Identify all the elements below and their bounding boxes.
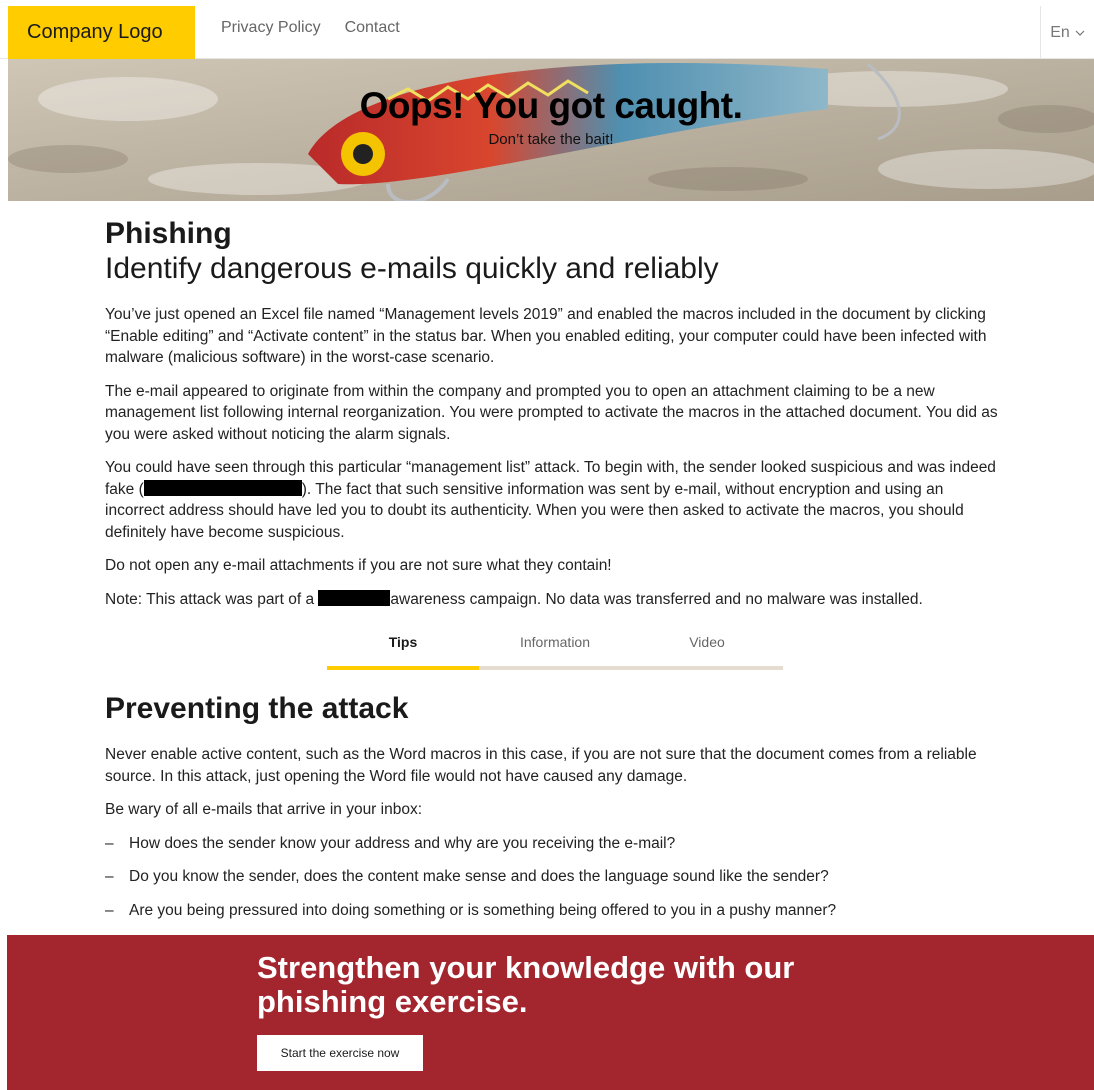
content-tabs: Tips Information Video (327, 630, 783, 670)
company-logo[interactable]: Company Logo (8, 6, 195, 59)
tips-paragraph-1: Never enable active content, such as the… (105, 746, 977, 785)
tips-list: – How does the sender know your address a… (105, 833, 1005, 922)
tips-paragraph-2: Be wary of all e-mails that arrive in yo… (105, 801, 423, 818)
redacted-company-name (318, 589, 391, 606)
paragraph-3: You could have seen through this particu… (105, 457, 1005, 543)
banner-title: Strengthen your knowledge with our phish… (257, 950, 795, 1019)
tab-information[interactable]: Information (479, 630, 631, 666)
paragraph-5: Note: This attack was part of a awarenes… (105, 589, 1005, 611)
exercise-banner: Strengthen your knowledge with our phish… (7, 935, 1094, 1090)
list-item-text: Do you know the sender, does the content… (129, 868, 829, 885)
page-title: Phishing (105, 217, 232, 250)
tips-panel: Preventing the attack Never enable activ… (105, 690, 1005, 933)
section-heading: Preventing the attack (105, 692, 409, 725)
list-item: – Are you being pressured into doing some… (105, 900, 1005, 922)
top-nav: Privacy Policy Contact (221, 19, 400, 37)
nav-contact[interactable]: Contact (345, 19, 400, 37)
hero-title: Oops! You got caught. (359, 85, 743, 126)
redacted-sender-address (143, 479, 302, 496)
start-exercise-button[interactable]: Start the exercise now (257, 1035, 423, 1071)
list-item-text: How does the sender know your address an… (129, 834, 676, 852)
paragraph-5-text-b: awareness campaign. No data was transfer… (390, 590, 923, 608)
dash-bullet: – (105, 834, 114, 852)
paragraph-1: You’ve just opened an Excel file named “… (105, 306, 987, 366)
hero-banner: Oops! You got caught. Don’t take the bai… (8, 59, 1094, 201)
paragraph-5-text-a: Note: This attack was part of a (105, 590, 319, 608)
list-item: – Do you know the sender, does the conten… (105, 866, 1005, 888)
fishing-lure-image (8, 59, 1094, 201)
language-selector[interactable]: En (1040, 6, 1094, 59)
main-content: Phishing Identify dangerous e-mails quic… (105, 218, 1005, 622)
paragraph-4: Do not open any e-mail attachments if yo… (105, 557, 612, 574)
chevron-down-icon (1075, 30, 1085, 36)
page-subtitle: Identify dangerous e-mails quickly and r… (105, 252, 719, 285)
list-item: – How does the sender know your address a… (105, 833, 1005, 855)
dash-bullet: – (105, 868, 114, 885)
language-label: En (1050, 23, 1070, 41)
dash-bullet: – (105, 901, 114, 919)
paragraph-2: The e-mail appeared to originate from wi… (105, 382, 998, 443)
nav-privacy-policy[interactable]: Privacy Policy (221, 19, 321, 37)
site-header: Company Logo Privacy Policy Contact En (0, 0, 1094, 59)
hero-subtitle: Don’t take the bait! (488, 131, 614, 148)
list-item-text: Are you being pressured into doing somet… (129, 901, 837, 919)
tab-video[interactable]: Video (631, 630, 783, 666)
tab-tips[interactable]: Tips (327, 630, 479, 670)
